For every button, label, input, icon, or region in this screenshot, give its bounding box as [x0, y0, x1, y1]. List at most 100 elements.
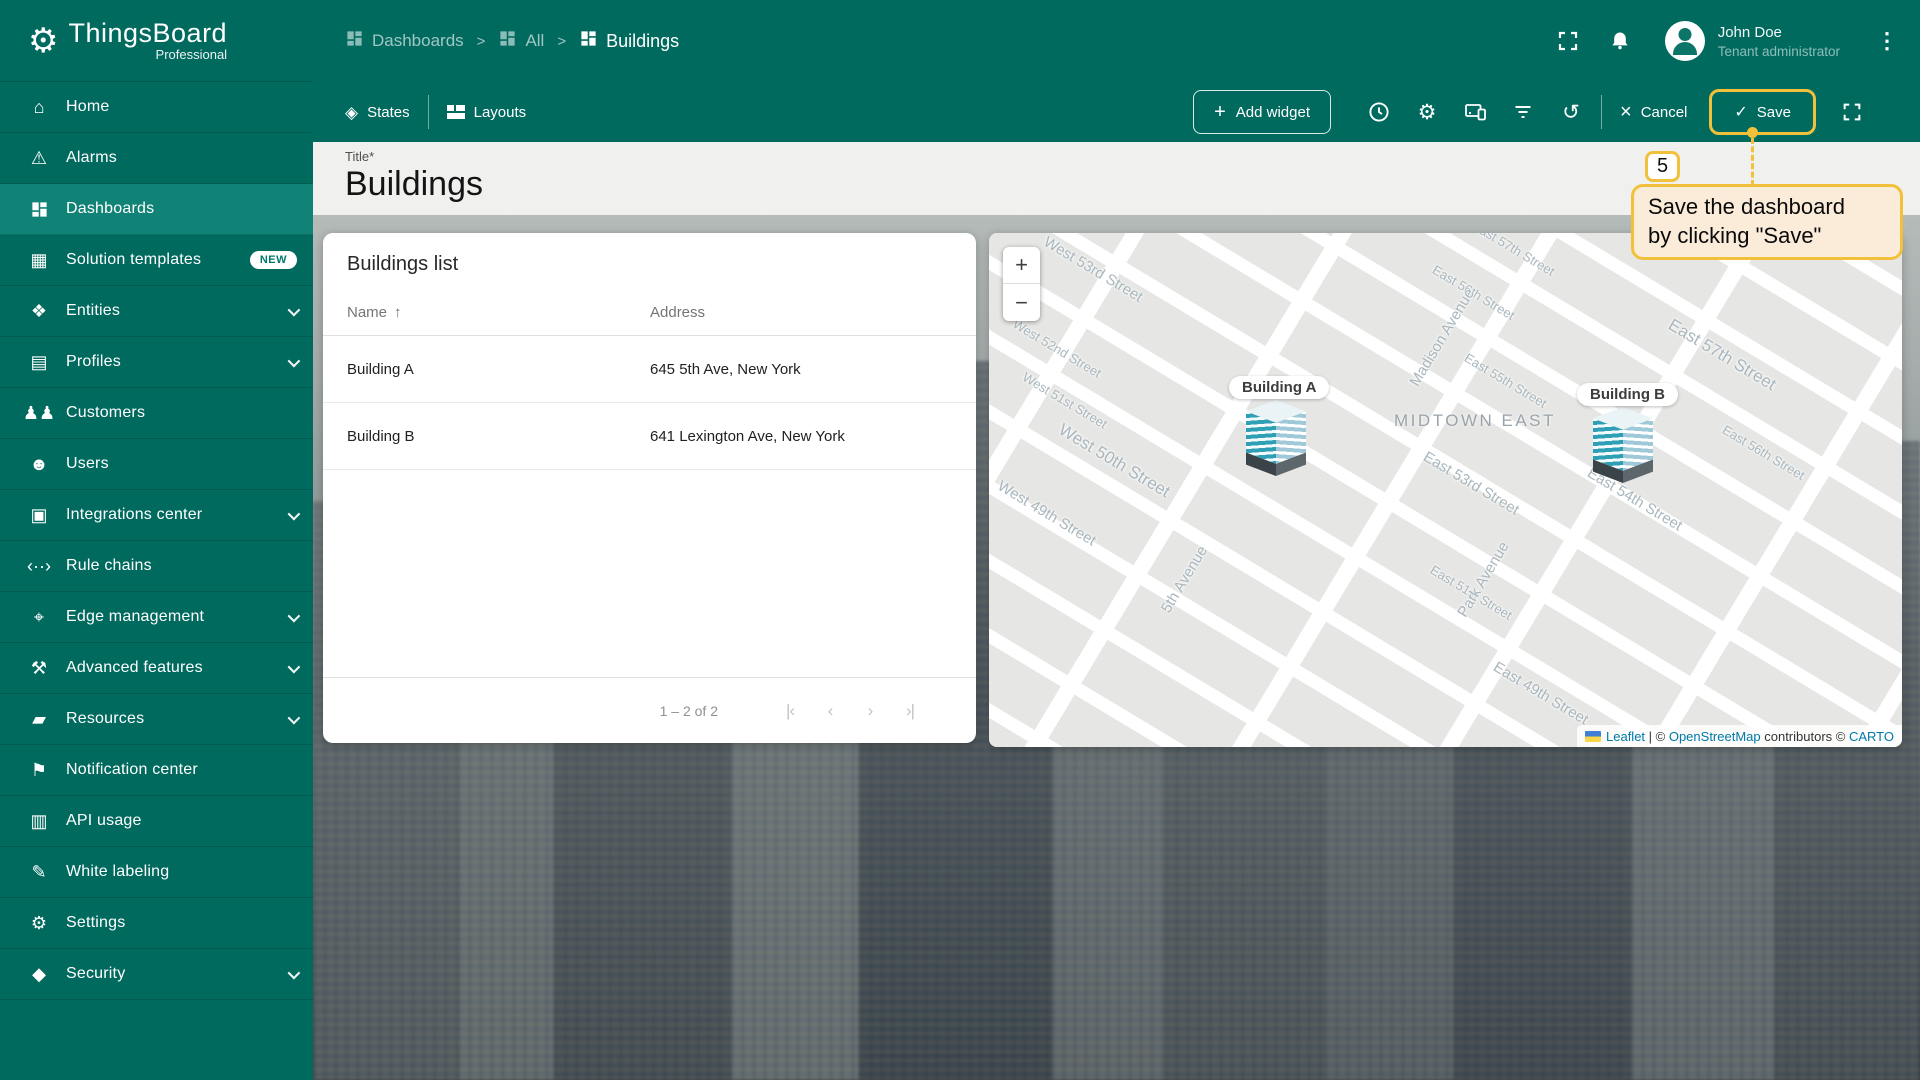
zoom-out-button[interactable]: −: [1003, 284, 1040, 321]
sidebar-item-label: Security: [66, 965, 126, 982]
sidebar-item-alarms[interactable]: ⚠ Alarms: [0, 133, 313, 184]
sidebar-item-white-labeling[interactable]: ✎ White labeling: [0, 847, 313, 898]
column-header-address[interactable]: Address: [650, 304, 952, 321]
integrations-icon: ▣: [30, 504, 48, 525]
column-header-name[interactable]: Name ↑: [347, 304, 650, 321]
breadcrumb-item-all[interactable]: All: [498, 29, 544, 53]
cancel-label: Cancel: [1640, 103, 1688, 121]
sidebar-item-label: Alarms: [66, 149, 117, 166]
sidebar-item-api-usage[interactable]: ▥ API usage: [0, 796, 313, 847]
version-history-icon[interactable]: ↺: [1558, 99, 1584, 125]
dashboard-icon: [579, 29, 598, 53]
building-b-marker-label[interactable]: Building B: [1577, 383, 1678, 406]
leaflet-link[interactable]: Leaflet: [1606, 729, 1645, 744]
thingsboard-logo[interactable]: ⚙ ThingsBoard Professional: [0, 0, 313, 82]
chevron-down-icon: [287, 711, 301, 724]
add-widget-button[interactable]: + Add widget: [1193, 90, 1331, 134]
fullscreen-icon[interactable]: [1553, 26, 1583, 56]
first-page-icon[interactable]: |‹: [770, 701, 810, 721]
cancel-button[interactable]: × Cancel: [1620, 101, 1687, 124]
sidebar-item-users[interactable]: ☻ Users: [0, 439, 313, 490]
next-page-icon[interactable]: ›: [850, 701, 890, 721]
chevron-down-icon: [287, 966, 301, 979]
sidebar-item-notification-center[interactable]: ⚑ Notification center: [0, 745, 313, 796]
states-layers-icon: ◈: [345, 102, 359, 122]
entity-filter-icon[interactable]: [1510, 99, 1536, 125]
sidebar-item-label: Customers: [66, 404, 146, 421]
address-column-label: Address: [650, 304, 706, 321]
map-widget: West 53rd Street West 52nd Street West 51s…: [989, 233, 1902, 747]
table-row-building-b[interactable]: Building B 641 Lexington Ave, New York: [323, 403, 976, 470]
user-avatar[interactable]: [1664, 21, 1705, 61]
sidebar-item-label: White labeling: [66, 863, 170, 880]
breadcrumb-separator: >: [557, 32, 567, 50]
sort-ascending-icon: ↑: [394, 304, 402, 321]
carto-link[interactable]: CARTO: [1849, 729, 1894, 744]
new-badge: NEW: [249, 251, 297, 269]
chevron-down-icon: [287, 609, 301, 622]
manage-layouts-devices-icon[interactable]: [1462, 99, 1488, 125]
save-button[interactable]: ✓ Save: [1709, 89, 1816, 135]
zoom-in-button[interactable]: +: [1003, 247, 1040, 284]
time-window-clock-icon[interactable]: [1366, 99, 1392, 125]
sidebar-item-settings[interactable]: ⚙ Settings: [0, 898, 313, 949]
sidebar-item-label: Users: [66, 455, 109, 472]
cell-building-address: 641 Lexington Ave, New York: [650, 427, 845, 445]
sidebar-item-home[interactable]: ⌂ Home: [0, 82, 313, 133]
sidebar-item-resources[interactable]: ▰ Resources: [0, 694, 313, 745]
sidebar-item-dashboards[interactable]: Dashboards: [0, 184, 313, 235]
sidebar-item-solution-templates[interactable]: ▦ Solution templates NEW: [0, 235, 313, 286]
table-pagination: 1 – 2 of 2 |‹ ‹ › ›|: [323, 677, 976, 743]
home-icon: ⌂: [33, 96, 45, 117]
dashboard-settings-gear-icon[interactable]: ⚙: [1414, 99, 1440, 125]
sidebar-item-customers[interactable]: ♟♟ Customers: [0, 388, 313, 439]
pagination-buttons: |‹ ‹ › ›|: [770, 701, 930, 721]
notification-flag-icon: ⚑: [30, 759, 48, 780]
breadcrumb-label: Dashboards: [372, 31, 464, 50]
sidebar-item-security[interactable]: ◆ Security: [0, 949, 313, 1000]
last-page-icon[interactable]: ›|: [890, 701, 930, 721]
table-row-building-a[interactable]: Building A 645 5th Ave, New York: [323, 336, 976, 403]
settings-gear-icon: ⚙: [30, 912, 48, 933]
rule-chains-icon: ‹··›: [27, 555, 51, 576]
table-header-row: Name ↑ Address: [323, 290, 976, 336]
cell-building-name: Building B: [347, 427, 415, 445]
openstreetmap-link[interactable]: OpenStreetMap: [1669, 729, 1761, 744]
notifications-bell-icon[interactable]: [1605, 26, 1635, 56]
sidebar: ⚙ ThingsBoard Professional ⌂ Home ⚠ Alarms D…: [0, 0, 313, 1080]
sidebar-item-integrations-center[interactable]: ▣ Integrations center: [0, 490, 313, 541]
sidebar-item-entities[interactable]: ❖ Entities: [0, 286, 313, 337]
more-menu-kebab-icon[interactable]: ⋮: [1876, 28, 1898, 54]
attribution-separator: | ©: [1645, 728, 1669, 744]
sidebar-item-label: Rule chains: [66, 557, 152, 574]
building-b-marker-icon[interactable]: [1593, 407, 1653, 483]
widget-title: Buildings list: [347, 253, 459, 275]
cell-building-address: 645 5th Ave, New York: [650, 360, 801, 378]
header-right-cluster: John Doe Tenant administrator ⋮: [1553, 0, 1920, 82]
expand-fullscreen-icon[interactable]: [1839, 99, 1865, 125]
sidebar-nav: ⌂ Home ⚠ Alarms Dashboards ▦ Solution template…: [0, 82, 313, 1000]
building-a-marker-label[interactable]: Building A: [1229, 376, 1330, 399]
map-street-grid[interactable]: [989, 233, 1902, 747]
thingsboard-logo-icon: ⚙: [28, 21, 59, 60]
sidebar-item-label: Settings: [66, 914, 126, 931]
white-labeling-icon: ✎: [31, 861, 47, 882]
sidebar-item-rule-chains[interactable]: ‹··› Rule chains: [0, 541, 313, 592]
sidebar-item-edge-management[interactable]: ⌖ Edge management: [0, 592, 313, 643]
user-role: Tenant administrator: [1717, 43, 1840, 59]
breadcrumb-item-dashboards[interactable]: Dashboards: [345, 29, 464, 53]
previous-page-icon[interactable]: ‹: [810, 701, 850, 721]
pagination-range-label: 1 – 2 of 2: [659, 702, 718, 719]
states-button[interactable]: ◈ States: [345, 104, 410, 121]
sidebar-item-label: Entities: [66, 302, 121, 319]
breadcrumb-item-buildings[interactable]: Buildings: [579, 29, 679, 53]
building-a-marker-icon[interactable]: [1246, 400, 1306, 476]
dashboard-toolbar: ◈ States Layouts + Add widget ⚙ ↺ × Canc…: [313, 82, 1920, 142]
breadcrumb-label: All: [525, 31, 545, 50]
shield-icon: ◆: [32, 963, 46, 984]
layouts-button[interactable]: Layouts: [446, 103, 527, 121]
table-body: Building A 645 5th Ave, New York Building …: [323, 336, 976, 470]
sidebar-item-profiles[interactable]: ▤ Profiles: [0, 337, 313, 388]
layouts-label: Layouts: [473, 103, 527, 121]
sidebar-item-advanced-features[interactable]: ⚒ Advanced features: [0, 643, 313, 694]
